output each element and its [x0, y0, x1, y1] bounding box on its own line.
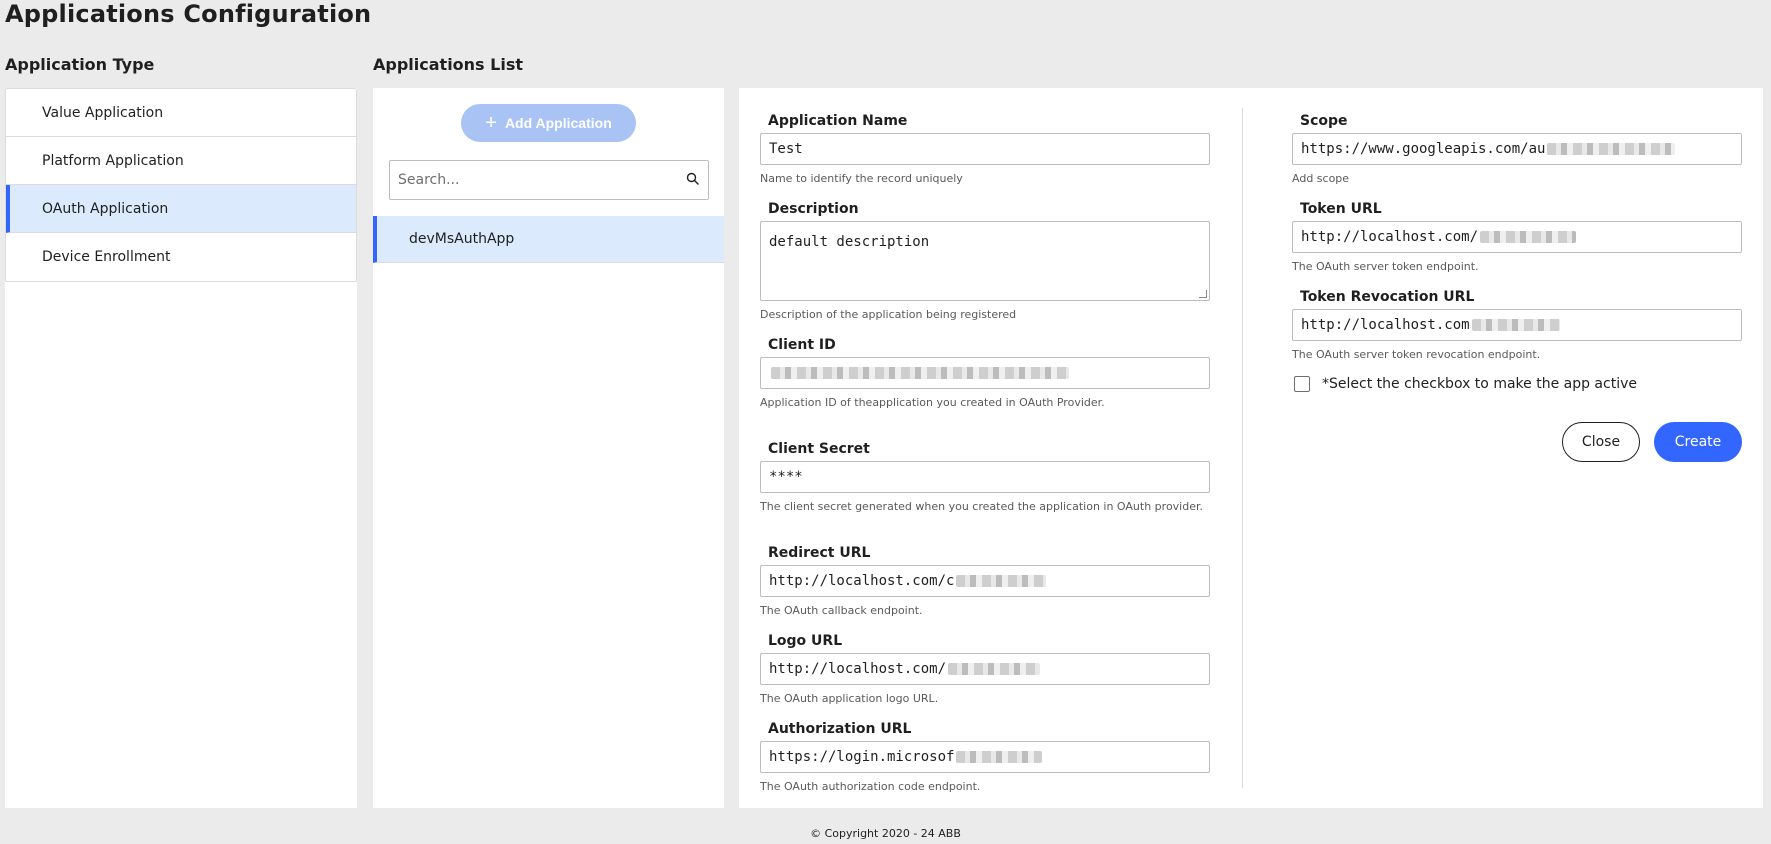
type-item-platform-application[interactable]: Platform Application — [6, 137, 356, 185]
type-item-label: Platform Application — [42, 152, 184, 169]
create-button[interactable]: Create — [1654, 422, 1742, 462]
application-name-value: Test — [769, 141, 803, 157]
redirect-url-field: Redirect URL http://localhost.com/c The … — [760, 544, 1210, 618]
redirect-url-label: Redirect URL — [768, 545, 871, 561]
authorization-url-value: https://login.microsof — [769, 749, 955, 765]
copyright-footer: © Copyright 2020 - 24 ABB — [810, 827, 961, 840]
authorization-url-field: Authorization URL https://login.microsof… — [760, 720, 1210, 794]
application-name-hint: Name to identify the record uniquely — [760, 172, 963, 185]
redacted-value — [1480, 231, 1577, 243]
type-item-label: Device Enrollment — [42, 249, 171, 265]
application-form-panel: Application Name Test Name to identify t… — [739, 88, 1763, 808]
redacted-value — [1471, 319, 1560, 331]
scope-label: Scope — [1300, 113, 1348, 129]
scope-field: Scope https://www.googleapis.com/au Add … — [1292, 112, 1742, 186]
plus-icon: + — [485, 112, 497, 134]
client-secret-input[interactable]: **** — [760, 461, 1210, 493]
active-checkbox[interactable] — [1294, 376, 1310, 392]
authorization-url-input[interactable]: https://login.microsof — [760, 741, 1210, 773]
token-url-input[interactable]: http://localhost.com/ — [1292, 221, 1742, 253]
token-url-value: http://localhost.com/ — [1301, 229, 1479, 245]
logo-url-field: Logo URL http://localhost.com/ The OAuth… — [760, 632, 1210, 706]
applications-list-panel: + Add Application devMsAuthApp — [373, 88, 724, 808]
logo-url-input[interactable]: http://localhost.com/ — [760, 653, 1210, 685]
search-icon[interactable] — [686, 171, 700, 190]
redirect-url-hint: The OAuth callback endpoint. — [760, 604, 923, 617]
search-box — [389, 160, 709, 200]
scope-hint: Add scope — [1292, 172, 1350, 185]
token-revocation-url-value: http://localhost.com — [1301, 317, 1470, 333]
client-id-field: Client ID Application ID of theapplicati… — [760, 336, 1210, 410]
token-url-field: Token URL http://localhost.com/ The OAut… — [1292, 200, 1742, 274]
scope-value: https://www.googleapis.com/au — [1301, 141, 1546, 157]
client-secret-value: **** — [769, 469, 803, 485]
client-secret-label: Client Secret — [768, 441, 870, 457]
client-secret-field: Client Secret **** The client secret gen… — [760, 440, 1210, 514]
authorization-url-label: Authorization URL — [768, 721, 912, 737]
token-url-hint: The OAuth server token endpoint. — [1292, 260, 1479, 273]
token-url-label: Token URL — [1300, 201, 1382, 217]
redacted-value — [771, 367, 1069, 379]
redacted-value — [1547, 143, 1676, 155]
add-application-label: Add Application — [504, 115, 612, 131]
description-field: Description default description Descript… — [760, 200, 1210, 322]
scope-input[interactable]: https://www.googleapis.com/au — [1292, 133, 1742, 165]
redirect-url-value: http://localhost.com/c — [769, 573, 955, 589]
application-list-item[interactable]: devMsAuthApp — [373, 216, 724, 263]
logo-url-label: Logo URL — [768, 633, 843, 649]
type-item-label: Value Application — [42, 104, 164, 121]
client-id-hint: Application ID of theapplication you cre… — [760, 396, 1105, 409]
add-application-button[interactable]: + Add Application — [461, 104, 636, 142]
application-type-list: Value Application Platform Application O… — [5, 88, 357, 282]
application-type-heading: Application Type — [5, 55, 155, 74]
page-title: Applications Configuration — [5, 0, 372, 28]
type-item-oauth-application[interactable]: OAuth Application — [6, 185, 356, 233]
description-hint: Description of the application being reg… — [760, 308, 1017, 321]
application-name-field: Application Name Test Name to identify t… — [760, 112, 1210, 186]
application-name-label: Application Name — [768, 113, 908, 129]
resize-handle-icon[interactable] — [1199, 290, 1207, 298]
description-label: Description — [768, 201, 859, 217]
column-divider — [1242, 108, 1243, 788]
logo-url-value: http://localhost.com/ — [769, 661, 947, 677]
redacted-value — [956, 751, 1043, 763]
client-secret-hint: The client secret generated when you cre… — [760, 500, 1203, 513]
application-type-panel: Value Application Platform Application O… — [5, 88, 357, 808]
application-name-input[interactable]: Test — [760, 133, 1210, 165]
type-item-label: OAuth Application — [42, 200, 169, 217]
token-revocation-url-input[interactable]: http://localhost.com — [1292, 309, 1742, 341]
description-textarea[interactable]: default description — [760, 221, 1210, 301]
logo-url-hint: The OAuth application logo URL. — [760, 692, 939, 705]
token-revocation-url-field: Token Revocation URL http://localhost.co… — [1292, 288, 1742, 362]
token-revocation-url-hint: The OAuth server token revocation endpoi… — [1292, 348, 1541, 361]
search-input[interactable] — [398, 172, 686, 188]
redacted-value — [956, 575, 1047, 587]
description-value: default description — [769, 234, 930, 250]
active-checkbox-row: *Select the checkbox to make the app act… — [1294, 376, 1637, 392]
redacted-value — [948, 663, 1041, 675]
redirect-url-input[interactable]: http://localhost.com/c — [760, 565, 1210, 597]
applications-list-heading: Applications List — [373, 55, 523, 74]
type-item-value-application[interactable]: Value Application — [6, 89, 356, 137]
type-item-device-enrollment[interactable]: Device Enrollment — [6, 233, 356, 281]
close-button[interactable]: Close — [1562, 422, 1640, 462]
application-list-item-label: devMsAuthApp — [409, 231, 515, 247]
active-checkbox-label: *Select the checkbox to make the app act… — [1322, 376, 1637, 392]
client-id-input[interactable] — [760, 357, 1210, 389]
token-revocation-url-label: Token Revocation URL — [1300, 289, 1475, 305]
client-id-label: Client ID — [768, 337, 836, 353]
authorization-url-hint: The OAuth authorization code endpoint. — [760, 780, 981, 793]
